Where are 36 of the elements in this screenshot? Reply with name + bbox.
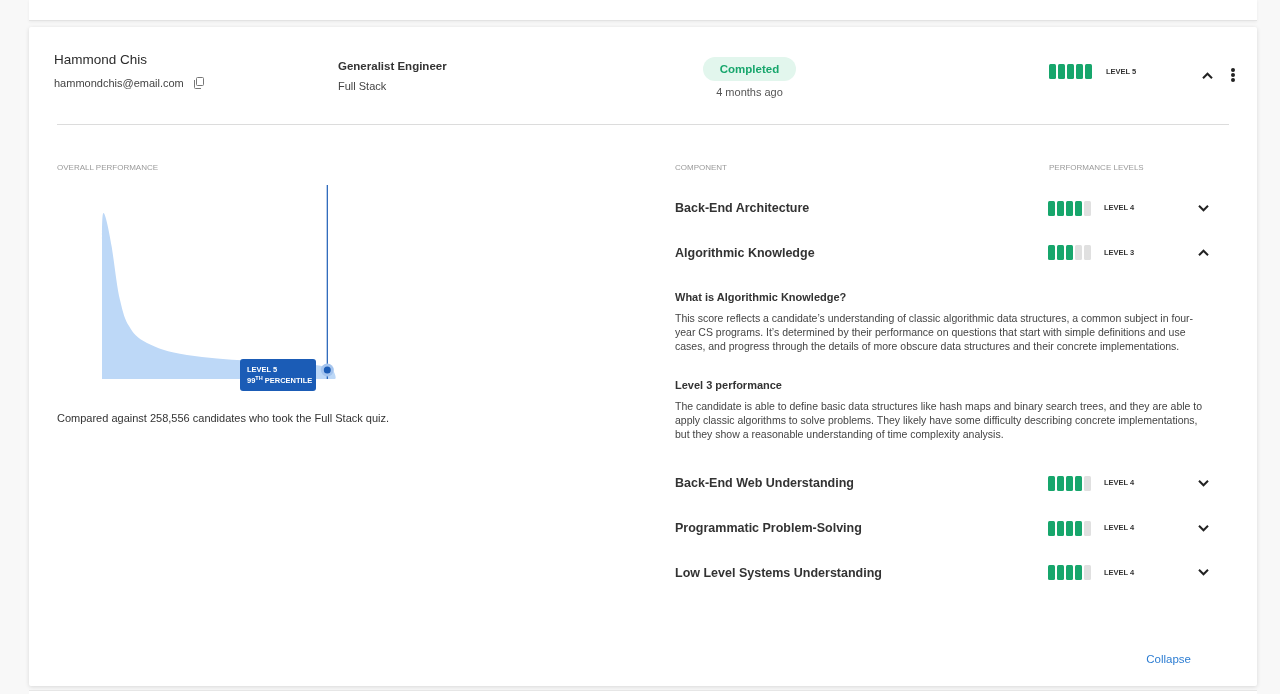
chevron-down-icon: [1197, 569, 1209, 577]
role-title: Generalist Engineer: [338, 59, 447, 73]
copy-button[interactable]: [192, 77, 204, 89]
expand-button[interactable]: [1196, 203, 1210, 213]
chevron-up-icon: [1202, 72, 1213, 79]
copy-icon: [192, 77, 204, 89]
chevron-down-icon: [1197, 204, 1209, 212]
role-track: Full Stack: [338, 79, 387, 93]
component-name: Algorithmic Knowledge: [675, 244, 815, 261]
status-time: 4 months ago: [716, 85, 783, 99]
details-heading: Level 3 performance: [675, 378, 782, 393]
candidate-name: Hammond Chis: [54, 52, 148, 68]
component-name: Back-End Web Understanding: [675, 475, 854, 492]
vertical-dots-icon: [1231, 68, 1235, 82]
details-paragraph: This score reflects a candidate’s understanding of classic algorithmic data structures, a common subject in four-year CS programs. It’s determined by their performance on questions that start with simple definitions and use cases, and progress through the details of more obscure data structures and their concrete implementations.: [675, 311, 1195, 354]
expand-button[interactable]: [1196, 568, 1210, 578]
expand-button[interactable]: [1196, 523, 1210, 533]
expand-button[interactable]: [1196, 479, 1210, 488]
comparison-caption: Compared against 258,556 candidates who took the Full Stack quiz.: [57, 411, 390, 425]
collapse-button[interactable]: [1201, 71, 1214, 80]
chevron-down-icon: [1197, 524, 1209, 532]
section-heading: OVERALL PERFORMANCE: [57, 163, 159, 173]
more-options-button[interactable]: [1230, 67, 1236, 83]
candidate-email: hammondchis@email.com: [54, 76, 184, 90]
chevron-up-icon: [1197, 249, 1209, 257]
details-paragraph: The candidate is able to define basic data structures like hash maps and binary search trees, and they are able to apply classic algorithms to solve problems. They likely have some difficulty describing concrete implementations, but they show a reasonable understanding of time complexity analysis.: [675, 399, 1204, 442]
collapse-link[interactable]: Collapse: [1146, 652, 1191, 666]
component-name: Back-End Architecture: [675, 200, 810, 217]
column-heading: PERFORMANCE LEVELS: [1049, 163, 1144, 173]
status-badge: Completed: [703, 57, 796, 81]
chevron-down-icon: [1197, 480, 1209, 487]
component-name: Programmatic Problem-Solving: [675, 520, 862, 537]
component-name: Low Level Systems Understanding: [675, 564, 882, 581]
collapse-button[interactable]: [1196, 248, 1210, 258]
details-heading: What is Algorithmic Knowledge?: [675, 290, 847, 305]
column-heading: COMPONENT: [675, 163, 727, 173]
